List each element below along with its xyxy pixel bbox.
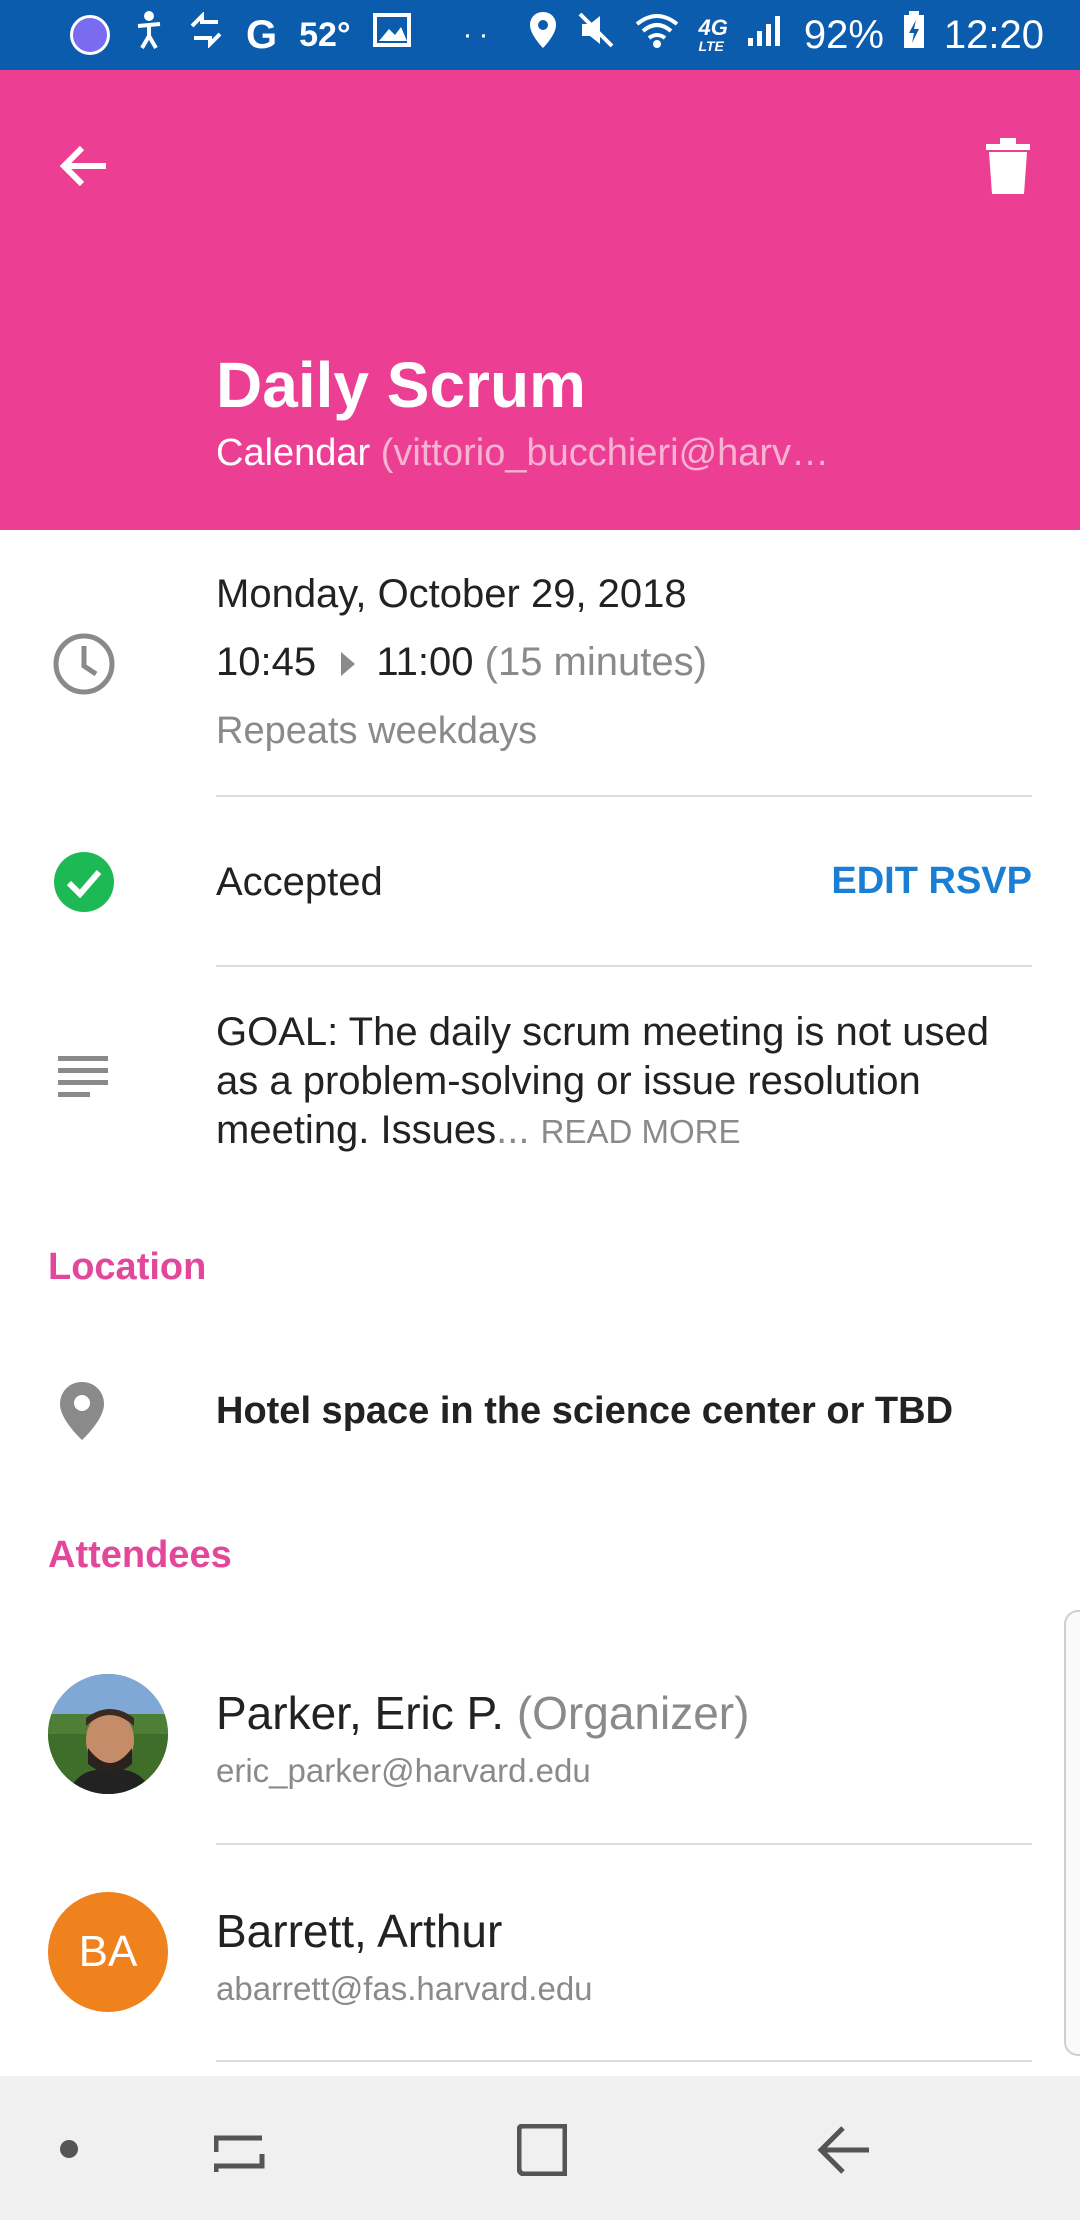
divider (216, 795, 1032, 797)
back-nav-button[interactable] (804, 2114, 884, 2186)
clock-icon (52, 632, 116, 701)
location-section-title: Location (48, 1246, 207, 1288)
clock-time: 12:20 (943, 12, 1044, 57)
event-description: GOAL: The daily scrum meeting is not use… (216, 1008, 1036, 1156)
status-bar-right: 4G LTE 92% 12:20 (528, 8, 1044, 62)
event-duration: (15 minutes) (484, 640, 707, 684)
attendee-name: Barrett, Arthur (216, 1905, 503, 1957)
home-button[interactable] (502, 2112, 582, 2188)
trash-icon (986, 138, 1030, 194)
event-end-time: 11:00 (376, 640, 474, 684)
back-arrow-icon (817, 2126, 869, 2174)
status-bar-left: G 52° ·· (70, 8, 495, 62)
attendee-email: abarrett@fas.harvard.edu (216, 1970, 593, 2007)
event-date: Monday, October 29, 2018 (216, 572, 687, 616)
event-start-time: 10:45 (216, 640, 317, 684)
accessibility-icon (132, 10, 166, 60)
location-place[interactable]: Hotel space in the science center or TBD (216, 1390, 953, 1433)
divider (216, 965, 1032, 967)
divider (216, 2060, 1032, 2062)
event-recurrence: Repeats weekdays (216, 710, 538, 752)
divider (216, 1843, 1032, 1845)
more-notifications-icon: ·· (462, 18, 495, 51)
event-header: Daily Scrum Calendar (vittorio_bucchieri… (0, 70, 1080, 530)
location-icon (528, 10, 558, 60)
signal-icon (746, 12, 786, 58)
edit-rsvp-button[interactable]: EDIT RSVP (820, 860, 1032, 903)
avatar-initials: BA (78, 1927, 138, 1976)
nav-dot-icon (60, 2140, 78, 2158)
google-icon: G (246, 12, 278, 57)
event-title: Daily Scrum (216, 349, 586, 421)
temperature-text: 52° (299, 15, 351, 54)
system-navigation-bar (0, 2076, 1080, 2220)
gallery-icon (372, 13, 411, 57)
sync-arrows-icon (188, 11, 224, 58)
rsvp-status: Accepted (216, 860, 383, 904)
recent-apps-button[interactable] (200, 2116, 280, 2186)
attendee-role: (Organizer) (516, 1687, 750, 1739)
description-icon (58, 1054, 108, 1105)
time-range-arrow-icon (341, 652, 356, 677)
battery-percent: 92% (803, 12, 884, 57)
map-pin-icon (58, 1380, 106, 1447)
read-more-link[interactable]: READ MORE (541, 1113, 741, 1150)
description-ellipsis: ... (496, 1108, 530, 1152)
mute-icon (576, 10, 616, 60)
accepted-check-icon (54, 852, 114, 917)
samsung-internet-icon (70, 15, 110, 55)
attendee-name-line: Parker, Eric P. (Organizer) (216, 1686, 749, 1740)
calendar-account: (vittorio_bucchieri@harv… (380, 432, 830, 474)
arrow-left-icon (59, 145, 106, 187)
avatar: BA (48, 1892, 168, 2012)
wifi-icon (634, 10, 680, 60)
home-square-icon (517, 2124, 567, 2176)
network-type-icon: 4G LTE (698, 15, 728, 54)
attendee-name: Parker, Eric P. (216, 1687, 505, 1739)
avatar (48, 1674, 168, 1794)
battery-icon (902, 10, 926, 60)
calendar-label: Calendar (216, 432, 371, 474)
avatar-photo (48, 1674, 168, 1794)
event-time-range: 10:45 11:00 (15 minutes) (216, 640, 707, 685)
attendee-email: eric_parker@harvard.edu (216, 1752, 591, 1789)
attendees-section-title: Attendees (48, 1534, 232, 1576)
delete-button[interactable] (964, 122, 1052, 210)
calendar-subtitle: Calendar (vittorio_bucchieri@harv… (216, 432, 829, 475)
back-button[interactable] (40, 122, 128, 210)
status-bar: G 52° ·· 4G LTE 92% 12:20 (0, 0, 1080, 70)
recent-apps-icon (214, 2135, 265, 2172)
edge-panel-handle[interactable] (1064, 1610, 1080, 2056)
